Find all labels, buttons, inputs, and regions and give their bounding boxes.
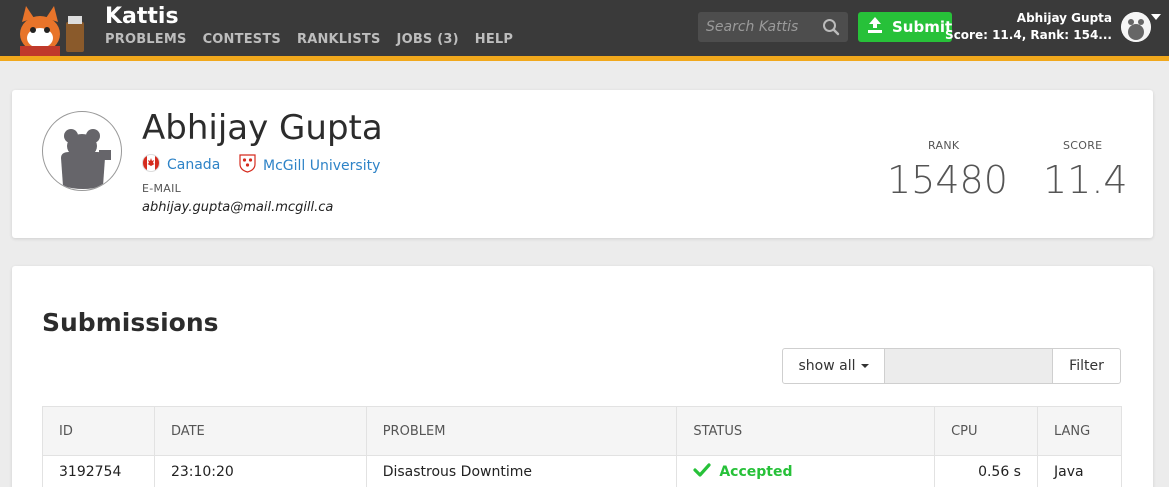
kattis-logo[interactable] — [12, 2, 92, 56]
canada-flag-icon — [142, 154, 160, 176]
nav-jobs[interactable]: JOBS (3) — [397, 32, 459, 47]
caret-down-icon — [860, 364, 869, 368]
nav-ranklists[interactable]: RANKLISTS — [297, 32, 381, 47]
filter-button[interactable]: Filter — [1053, 349, 1120, 383]
col-cpu[interactable]: CPU — [934, 406, 1038, 456]
user-avatar[interactable] — [1121, 12, 1151, 42]
col-id[interactable]: ID — [42, 406, 155, 456]
search-input[interactable] — [698, 12, 818, 42]
rank-label: RANK — [928, 139, 960, 152]
university-crest-icon — [239, 154, 256, 177]
show-all-label: show all — [798, 358, 856, 374]
status-label: Accepted — [719, 463, 793, 480]
score-value: 11.4 — [1043, 158, 1128, 202]
score-label: SCORE — [1063, 139, 1103, 152]
main-nav: PROBLEMS CONTESTS RANKLISTS JOBS (3) HEL… — [105, 32, 513, 47]
accent-stripe — [0, 56, 1169, 61]
submission-status-cell: Accepted — [676, 455, 936, 487]
country-label: Canada — [167, 157, 221, 173]
col-problem[interactable]: PROBLEM — [365, 406, 678, 456]
search-box — [698, 12, 848, 42]
submission-cpu: 0.56 s — [934, 455, 1038, 487]
filter-group: show all Filter — [782, 348, 1121, 384]
profile-card: Abhijay Gupta Canada McGill University E… — [12, 90, 1153, 238]
submission-lang: Java — [1036, 455, 1123, 487]
submissions-title: Submissions — [42, 308, 219, 337]
filter-input[interactable] — [885, 349, 1053, 383]
chevron-down-icon[interactable] — [1151, 14, 1161, 20]
profile-avatar — [42, 111, 122, 191]
top-navbar: Kattis PROBLEMS CONTESTS RANKLISTS JOBS … — [0, 0, 1169, 56]
university-link[interactable]: McGill University — [239, 154, 380, 177]
submit-button[interactable]: Submit — [858, 12, 952, 42]
col-date[interactable]: DATE — [153, 406, 367, 456]
submission-date: 23:10:20 — [153, 455, 367, 487]
user-score: Score: 11.4, Rank: 154... — [945, 28, 1112, 42]
university-label: McGill University — [263, 157, 381, 174]
search-icon[interactable] — [822, 18, 840, 36]
submission-id-link[interactable]: 3192754 — [42, 455, 155, 487]
submit-label: Submit — [892, 18, 953, 36]
user-name[interactable]: Abhijay Gupta — [1017, 11, 1112, 25]
submissions-card: Submissions show all Filter ID DATE PROB… — [12, 266, 1153, 487]
rank-value: 15480 — [887, 158, 1008, 202]
email-value: abhijay.gupta@mail.mcgill.ca — [142, 200, 334, 215]
upload-icon — [866, 16, 884, 38]
email-label: E-MAIL — [142, 182, 182, 195]
checkmark-icon — [693, 462, 711, 481]
col-status[interactable]: STATUS — [676, 406, 936, 456]
nav-contests[interactable]: CONTESTS — [203, 32, 281, 47]
show-all-dropdown[interactable]: show all — [783, 349, 885, 383]
nav-help[interactable]: HELP — [475, 32, 513, 47]
nav-problems[interactable]: PROBLEMS — [105, 32, 187, 47]
submissions-table: ID DATE PROBLEM STATUS CPU LANG 3192754 … — [42, 406, 1123, 487]
problem-link[interactable]: Disastrous Downtime — [365, 455, 678, 487]
status-badge: Accepted — [693, 462, 918, 481]
profile-name: Abhijay Gupta — [142, 108, 383, 148]
table-row: 3192754 23:10:20 Disastrous Downtime Acc… — [42, 455, 1123, 487]
col-lang[interactable]: LANG — [1036, 406, 1123, 456]
brand-title[interactable]: Kattis — [105, 4, 179, 29]
country-link[interactable]: Canada — [142, 154, 220, 176]
table-header-row: ID DATE PROBLEM STATUS CPU LANG — [42, 406, 1123, 456]
